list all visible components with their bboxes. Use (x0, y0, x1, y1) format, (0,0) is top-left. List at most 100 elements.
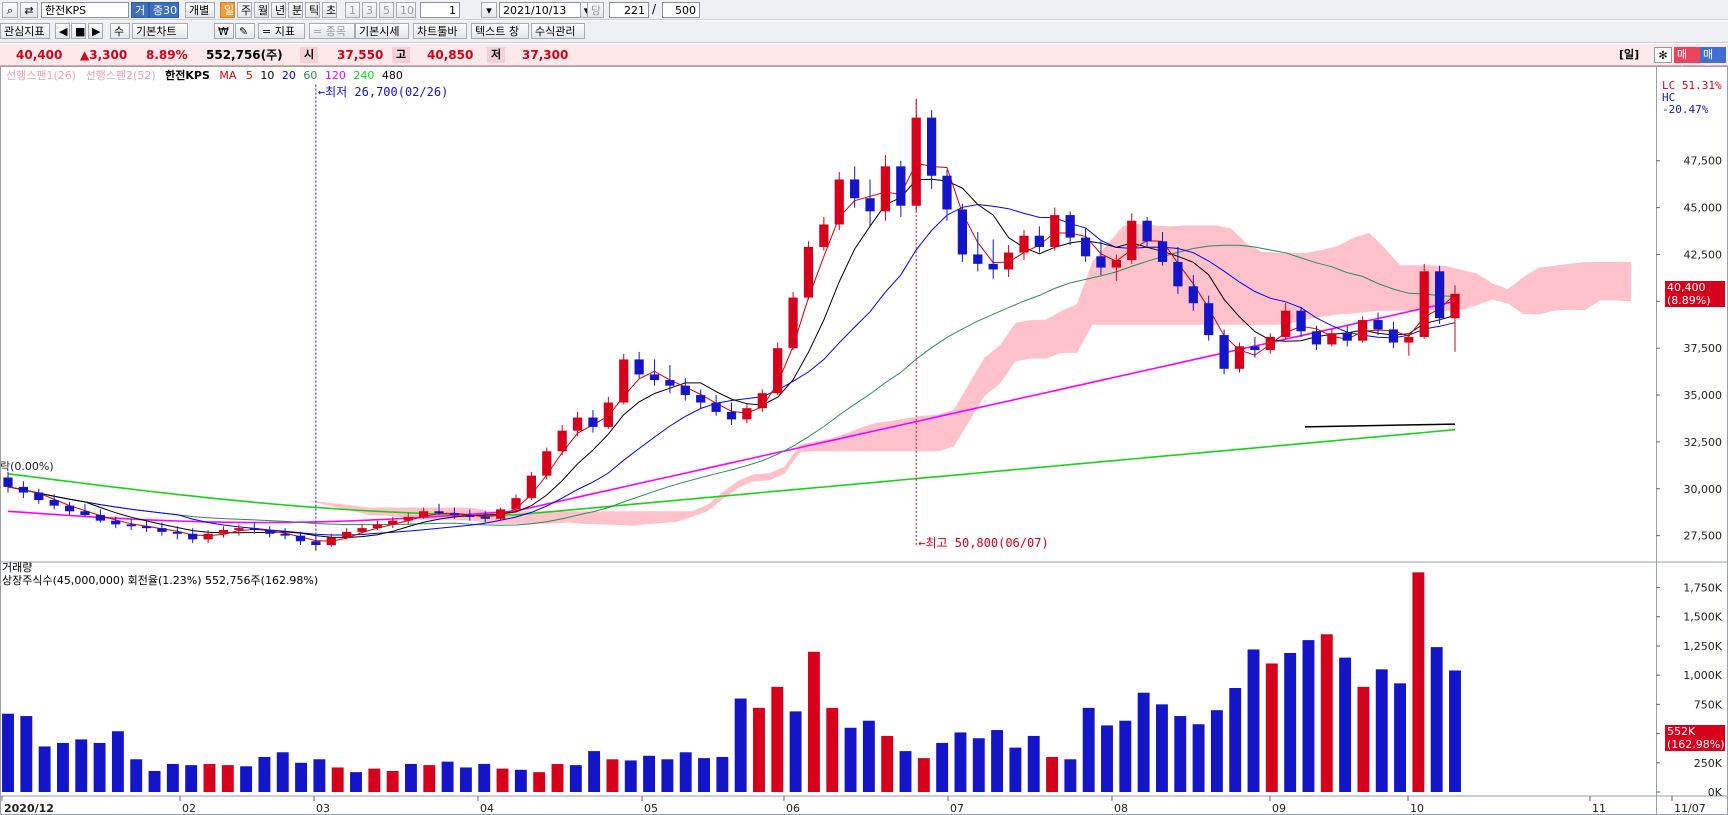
volume-bar (258, 756, 271, 792)
volume-bar (276, 752, 289, 792)
volume-bar (1119, 720, 1132, 792)
nav-stop-icon[interactable]: ■ (71, 23, 86, 39)
volume-bar (606, 759, 619, 792)
x-tick-label: 02 (182, 802, 196, 815)
indicator-button[interactable]: = 지표 (258, 23, 305, 39)
total-input[interactable]: 500 (662, 2, 700, 18)
price-change: ▲3,300 (80, 48, 128, 62)
candle-body (1003, 252, 1014, 270)
badge-margin: 증30 (149, 2, 179, 18)
volume-bar (954, 732, 967, 792)
nav-right-icon[interactable]: ▶ (88, 23, 103, 39)
candle-body (465, 515, 475, 517)
volume-bar (185, 765, 198, 792)
candle-body (1127, 220, 1137, 261)
candle-body (1188, 286, 1198, 304)
candle-body (157, 528, 167, 532)
candle-body (973, 254, 983, 264)
period-day[interactable]: 일 (220, 2, 235, 18)
candle-body (1234, 346, 1245, 369)
period-tick[interactable]: 틱 (305, 2, 320, 18)
interval-input[interactable]: 1 (420, 2, 460, 18)
volume-bar (38, 746, 51, 792)
count-separator: / (652, 2, 657, 16)
period-minute[interactable]: 분 (288, 2, 303, 18)
stock-name-input[interactable]: 한전KPS (41, 2, 129, 18)
candle-body (757, 393, 767, 409)
chart-toolbar-button[interactable]: 차트툴바 (413, 23, 467, 39)
high-annotation: ←최고 50,800(06/07) (918, 536, 1048, 550)
volume-bar (972, 738, 985, 792)
open-label: 시 (300, 47, 318, 63)
candle-body (696, 395, 706, 403)
search-icon[interactable]: ⌕ (2, 2, 18, 18)
volume-tag: 552K (162.98%) (1665, 725, 1725, 751)
candle-body (726, 411, 737, 420)
candle-body (403, 516, 413, 521)
period-month[interactable]: 월 (254, 2, 269, 18)
candle-body (988, 263, 998, 270)
price-tick-label: 37,500 (1684, 342, 1723, 355)
badge-geo: 거 (131, 2, 149, 18)
candle-body (1080, 237, 1091, 257)
interval-10[interactable]: 10 (396, 2, 416, 18)
wrench-icon[interactable]: ✎ (235, 23, 255, 39)
x-tick-label: 06 (786, 802, 800, 815)
low-label: 저 (487, 47, 505, 63)
candle-body (1250, 346, 1260, 351)
candle-body (495, 509, 506, 519)
watch-indicator-button[interactable]: 관심지표 (0, 23, 50, 39)
formula-button[interactable]: 수식관리 (531, 23, 585, 39)
settings-icon[interactable]: ✻ (1654, 47, 1672, 63)
volume-bar (844, 727, 857, 792)
volume-bar (203, 763, 216, 792)
nav-left-icon[interactable]: ◀ (55, 23, 70, 39)
x-tick-label: 03 (316, 802, 330, 815)
volume-bar (514, 769, 527, 792)
buy-button[interactable]: 매수 (1674, 47, 1700, 77)
volume-bar (1229, 688, 1242, 792)
volume-tick-label: 750K (1694, 698, 1723, 711)
volume-bar (1394, 683, 1407, 792)
candle-body (1219, 335, 1229, 369)
text-window-button[interactable]: 텍스트 창 (471, 23, 529, 39)
volume-bar (1430, 647, 1443, 792)
candle-body (1281, 310, 1291, 337)
price-tick-label: 45,000 (1684, 202, 1723, 215)
candle-body (542, 451, 552, 476)
candle-body (434, 511, 444, 514)
volume-bar (1064, 759, 1077, 792)
interval-5[interactable]: 5 (379, 2, 394, 18)
basic-quote-button[interactable]: 기본시세 (355, 23, 409, 39)
count-input[interactable]: 221 (609, 2, 649, 18)
quote-bar: 40,400 ▲3,300 8.89% 552,756(주) 시 37,550 … (0, 44, 1728, 66)
basic-chart-button[interactable]: 기본차트 (132, 23, 188, 39)
volume-bar (295, 762, 308, 792)
su-button[interactable]: 수 (110, 23, 130, 39)
won-icon[interactable]: ₩ (214, 23, 234, 39)
period-second[interactable]: 초 (322, 2, 337, 18)
interval-3[interactable]: 3 (362, 2, 377, 18)
date-input[interactable]: 2021/10/13 (499, 2, 581, 18)
swap-icon[interactable]: ⇄ (20, 2, 38, 18)
candle-body (896, 166, 906, 206)
volume-bar (899, 751, 912, 792)
chevron-down-icon[interactable]: ▾ (481, 2, 497, 18)
volume-bar (698, 758, 710, 792)
individual-button[interactable]: 개별 (185, 2, 215, 18)
high-label: 고 (392, 47, 410, 63)
volume-bar (1046, 756, 1058, 792)
volume-bar (1320, 634, 1333, 792)
volume-bar (56, 742, 69, 792)
candle-body (788, 297, 798, 349)
interval-1[interactable]: 1 (345, 2, 360, 18)
period-week[interactable]: 주 (237, 2, 252, 18)
volume-bar (716, 756, 729, 792)
sell-button[interactable]: 매도 (1700, 47, 1726, 77)
volume-bar (917, 758, 930, 792)
volume-bar (826, 707, 839, 792)
left-annotation: 락(0.00%) (0, 460, 54, 473)
item-button[interactable]: = 종목 (309, 23, 355, 39)
period-year[interactable]: 년 (271, 2, 286, 18)
x-tick-label: 11 (1592, 802, 1606, 815)
